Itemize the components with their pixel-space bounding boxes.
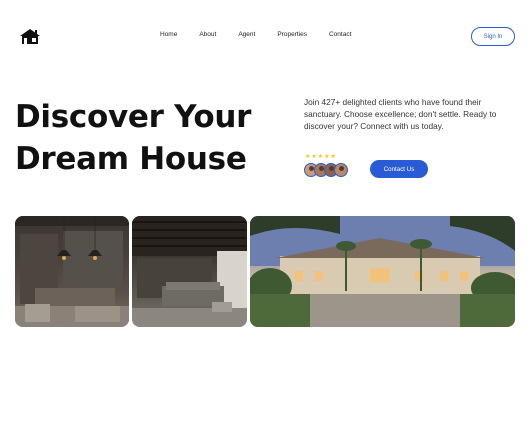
top-navigation: Home About Agent Properties Contact Sign… <box>0 0 530 72</box>
hero-title-line-1: Discover Your <box>15 99 252 135</box>
hero-title-line-2: Dream House <box>15 141 247 177</box>
avatar <box>334 163 348 177</box>
nav-link-agent[interactable]: Agent <box>238 31 255 38</box>
interior-living-room-photo <box>132 216 247 327</box>
contact-us-button[interactable]: Contact Us <box>370 160 428 178</box>
rating-stars-icon: ★★★★★ <box>305 153 337 160</box>
client-avatars <box>304 163 348 177</box>
nav-link-properties[interactable]: Properties <box>277 31 307 38</box>
house-logo-icon[interactable] <box>19 28 41 44</box>
nav-links: Home About Agent Properties Contact <box>160 31 371 38</box>
hero-title: Discover Your Dream House <box>15 96 285 180</box>
interior-kitchen-photo <box>15 216 129 327</box>
sign-in-button[interactable]: Sign In <box>471 27 515 46</box>
luxury-house-exterior-photo <box>250 216 515 327</box>
nav-link-home[interactable]: Home <box>160 31 177 38</box>
nav-link-contact[interactable]: Contact <box>329 31 351 38</box>
hero-description: Join 427+ delighted clients who have fou… <box>304 97 497 131</box>
nav-link-about[interactable]: About <box>199 31 216 38</box>
